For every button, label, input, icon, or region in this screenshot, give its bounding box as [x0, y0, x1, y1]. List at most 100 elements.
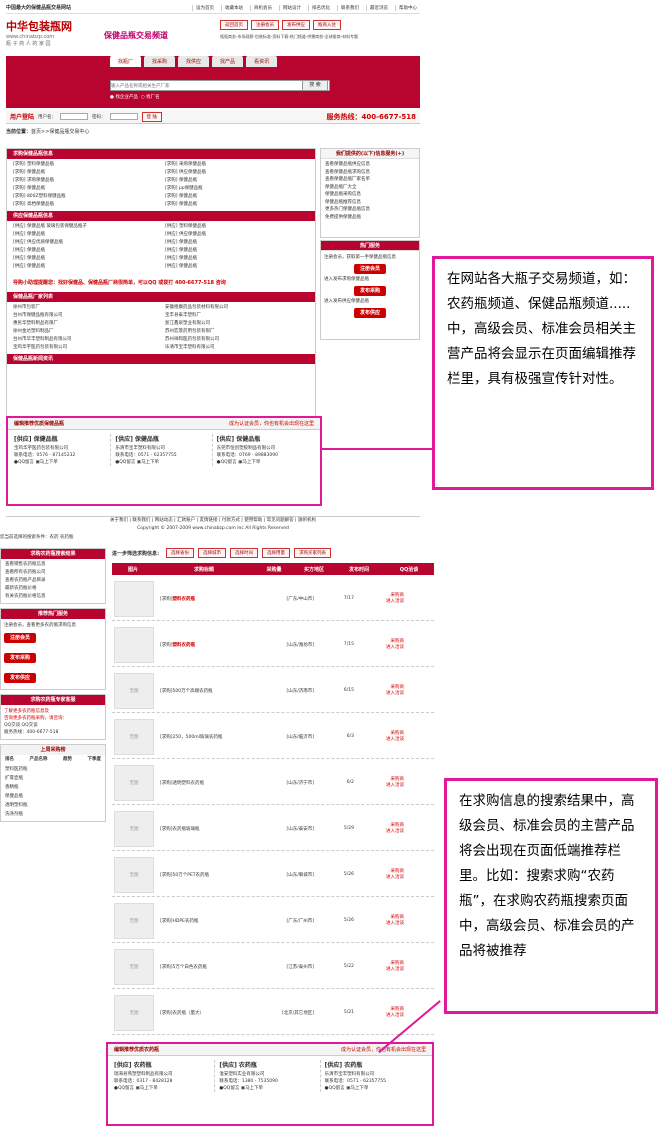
right-link[interactable]: 查看保健品瓶求购信息	[325, 169, 415, 177]
right-link[interactable]: 保健品瓶推荐信息	[325, 199, 415, 207]
top-link[interactable]: 帮助中心	[395, 4, 420, 11]
header-links[interactable]: 瓶瓶商务-市场观察-包装标准-资料下载-热门频道-供需商机-全球瓶商-材料专题	[220, 34, 358, 40]
table-row[interactable]: [求购]塑料农药瓶 [山东/潍坊市] 7/15 采购商 进入洽谈	[112, 623, 434, 667]
radio-factory[interactable]: ○ 找厂名	[141, 95, 160, 100]
list-item[interactable]: [求购] 保健品瓶	[165, 193, 309, 201]
list-item[interactable]: [求购] 塑料保健品瓶	[13, 161, 157, 169]
list-item[interactable]: 浙江鑫泉塑业有限公司	[165, 320, 309, 328]
username-input[interactable]	[60, 113, 89, 120]
order-link[interactable]: 马上下单	[350, 1086, 368, 1091]
list-item[interactable]: [供应] 保健品瓶	[13, 255, 157, 263]
cat-link[interactable]: 查看所有农药瓶公司	[5, 569, 101, 577]
order-link[interactable]: 马上下单	[242, 460, 260, 465]
row-qq-link[interactable]: 采购商 进入洽谈	[354, 731, 404, 743]
footer-links[interactable]: 关于我们 | 联系我们 | 网站动态 | 汇款账户 | 友情链接 | 付款方式 …	[6, 517, 420, 525]
list-item[interactable]: 台州市保健品瓶有限公司	[13, 312, 157, 320]
list-item[interactable]: [求购] 800Z塑料保健品瓶	[13, 193, 157, 201]
list-item[interactable]: [求购] 保健品瓶	[13, 169, 157, 177]
top-link[interactable]: 收藏本站	[221, 4, 246, 11]
list-item[interactable]: [求购] 供应保健品瓶	[165, 169, 309, 177]
rec-card[interactable]: [供应] 保健品瓶 乐清市宝丰塑料有限公司 联系电话：0571 - 623577…	[115, 434, 213, 466]
order-link[interactable]: 马上下单	[40, 460, 58, 465]
list-item[interactable]: 台州市华丰塑料制品有限公司	[13, 336, 157, 344]
list-item[interactable]: [供应] 保健品瓶	[13, 263, 157, 271]
top-link[interactable]: 排名优化	[308, 4, 333, 11]
list-item[interactable]: [求购] 保健品瓶	[165, 201, 309, 209]
list-item[interactable]: [求购] 求购保健品瓶	[13, 177, 157, 185]
row-title[interactable]: [求购]HDPE农药瓶	[154, 918, 254, 924]
cat-link[interactable]: 查看农药瓶产品目录	[5, 577, 101, 585]
right-link[interactable]: 保健品瓶采购信息	[325, 191, 415, 199]
radio-company[interactable]: ● 找企业产品	[110, 95, 138, 100]
list-item[interactable]: [供应] 保健品瓶	[165, 247, 309, 255]
list-item[interactable]: [供应] 塑料保健品瓶	[165, 223, 309, 231]
row-qq-link[interactable]: 采购商 进入洽谈	[354, 915, 404, 927]
publish-supply-button[interactable]: 发布供应	[4, 673, 37, 683]
row-title[interactable]: [求购]农药瓶（量大）	[154, 1010, 254, 1016]
password-input[interactable]	[109, 113, 138, 120]
row-title[interactable]: [求购]透明塑料农药瓶	[154, 780, 254, 786]
order-link[interactable]: 马上下单	[140, 1086, 158, 1091]
list-item[interactable]: [供应] 供应优质保健品瓶	[13, 239, 157, 247]
list-item[interactable]: 宝鸡华宇医药包装有限公司	[13, 344, 157, 352]
buyer-list-select[interactable]: 求购买家列表	[294, 548, 332, 558]
register-button[interactable]: 注册会员	[251, 20, 279, 30]
list-item[interactable]: [求购] pp保健品瓶	[165, 185, 309, 193]
product-image[interactable]	[114, 626, 154, 663]
list-item[interactable]: [供应] 供应保健品瓶	[165, 231, 309, 239]
right-link[interactable]: 查看保健品瓶厂家名单	[325, 176, 415, 184]
row-qq-link[interactable]: 采购商 进入洽谈	[354, 777, 404, 789]
list-item[interactable]: [供应] 保健品瓶	[13, 247, 157, 255]
list-item[interactable]: 苏州宏景药用包装有限厂	[165, 328, 309, 336]
cat-link[interactable]: 最新农药瓶价格	[5, 585, 101, 593]
login-button[interactable]: 登 陆	[141, 111, 162, 122]
list-item[interactable]: [求购] 保健品瓶	[13, 185, 157, 193]
rank-item[interactable]: 洗涤剂瓶	[5, 810, 101, 819]
qq-chat-link[interactable]: QQ交谈	[4, 723, 20, 728]
province-select[interactable]: 选择省份	[166, 548, 195, 558]
table-row[interactable]: 无图 [求购]500万个高端农药瓶 [山东/济南市] 6/15 采购商 进入洽谈	[112, 669, 434, 713]
table-row[interactable]: 无图 [求购]250，500ml玻璃农药瓶 [山东/临沂市] 6/3 采购商 进入洽谈	[112, 715, 434, 759]
top-link[interactable]: 最近浏览	[366, 4, 391, 11]
row-title[interactable]: [求购]500万个高端农药瓶	[154, 688, 254, 694]
qq-message-link[interactable]: QQ留言	[329, 1086, 345, 1091]
qq-message-link[interactable]: QQ留言	[118, 1086, 134, 1091]
right-link[interactable]: 免费提供保健品瓶	[325, 214, 415, 222]
qq-message-link[interactable]: QQ留言	[221, 460, 237, 465]
right-link[interactable]: 更多热门保健品瓶信息	[325, 206, 415, 214]
time-select[interactable]: 选择时间	[230, 548, 259, 558]
row-qq-link[interactable]: 采购商 进入洽谈	[354, 1007, 404, 1019]
home-button[interactable]: 返回首页	[220, 20, 248, 30]
list-item[interactable]: 乐清市宝丰塑料有限公司	[165, 344, 309, 352]
product-image[interactable]	[114, 580, 154, 617]
rec-card[interactable]: [供应] 保健品瓶 东莞市恒创塑胶制品有限公司 联系电话：0769 - 8988…	[217, 434, 314, 466]
table-row[interactable]: 无图 [求购]农药瓶（量大） [北京/其它地区] 5/21 采购商 进入洽谈	[112, 991, 434, 1035]
tab-factory[interactable]: 找瓶厂	[110, 56, 142, 67]
right-link[interactable]: 查看保健品瓶供应信息	[325, 161, 415, 169]
publish-purchase-button[interactable]: 发布采购	[4, 653, 37, 663]
rec-card[interactable]: [供应] 保健品瓶 宝鸡华宇医药包装有限公司 联系电话：0576 - 87145…	[14, 434, 112, 466]
list-item[interactable]: 徐州金达塑料制品厂	[13, 328, 157, 336]
list-item[interactable]: [求购] 保健品瓶	[165, 177, 309, 185]
tab-supply[interactable]: 找供应	[178, 56, 210, 67]
list-item[interactable]: 徐州市包装厂	[13, 304, 157, 312]
tab-product[interactable]: 找产品	[212, 56, 244, 67]
register-member-button[interactable]: 注册会员	[353, 264, 386, 274]
rec-card[interactable]: [供应] 农药瓶 瑞海县燕塑塑料制品有限公司 联系电话：0317 - 84281…	[114, 1060, 216, 1092]
table-row[interactable]: 无图 [求购]透明塑料农药瓶 [山东/济宁市] 6/2 采购商 进入洽谈	[112, 761, 434, 805]
publish-supply-button[interactable]: 发布供应	[353, 308, 386, 318]
list-item[interactable]: 惠民华塑料制品有限厂	[13, 320, 157, 328]
row-qq-link[interactable]: 采购商 进入洽谈	[354, 961, 404, 973]
list-item[interactable]: [供应] 保健品瓶	[165, 255, 309, 263]
order-link[interactable]: 马上下单	[141, 460, 159, 465]
rank-item[interactable]: 香精瓶	[5, 783, 101, 792]
qq-message-link[interactable]: QQ留言	[18, 460, 34, 465]
product-image[interactable]: 无图	[114, 994, 154, 1031]
row-qq-link[interactable]: 采购商 进入洽谈	[354, 823, 404, 835]
list-item[interactable]: [求购] 高档保健品瓶	[13, 201, 157, 209]
qq-message-link[interactable]: QQ留言	[223, 1086, 239, 1091]
table-row[interactable]: [求购]塑料农药瓶 [广东/中山市] 7/17 采购商 进入洽谈	[112, 577, 434, 621]
row-title[interactable]: [求购]塑料农药瓶	[154, 596, 254, 602]
city-select[interactable]: 选择城市	[198, 548, 227, 558]
rank-item[interactable]: 保健品瓶	[5, 792, 101, 801]
